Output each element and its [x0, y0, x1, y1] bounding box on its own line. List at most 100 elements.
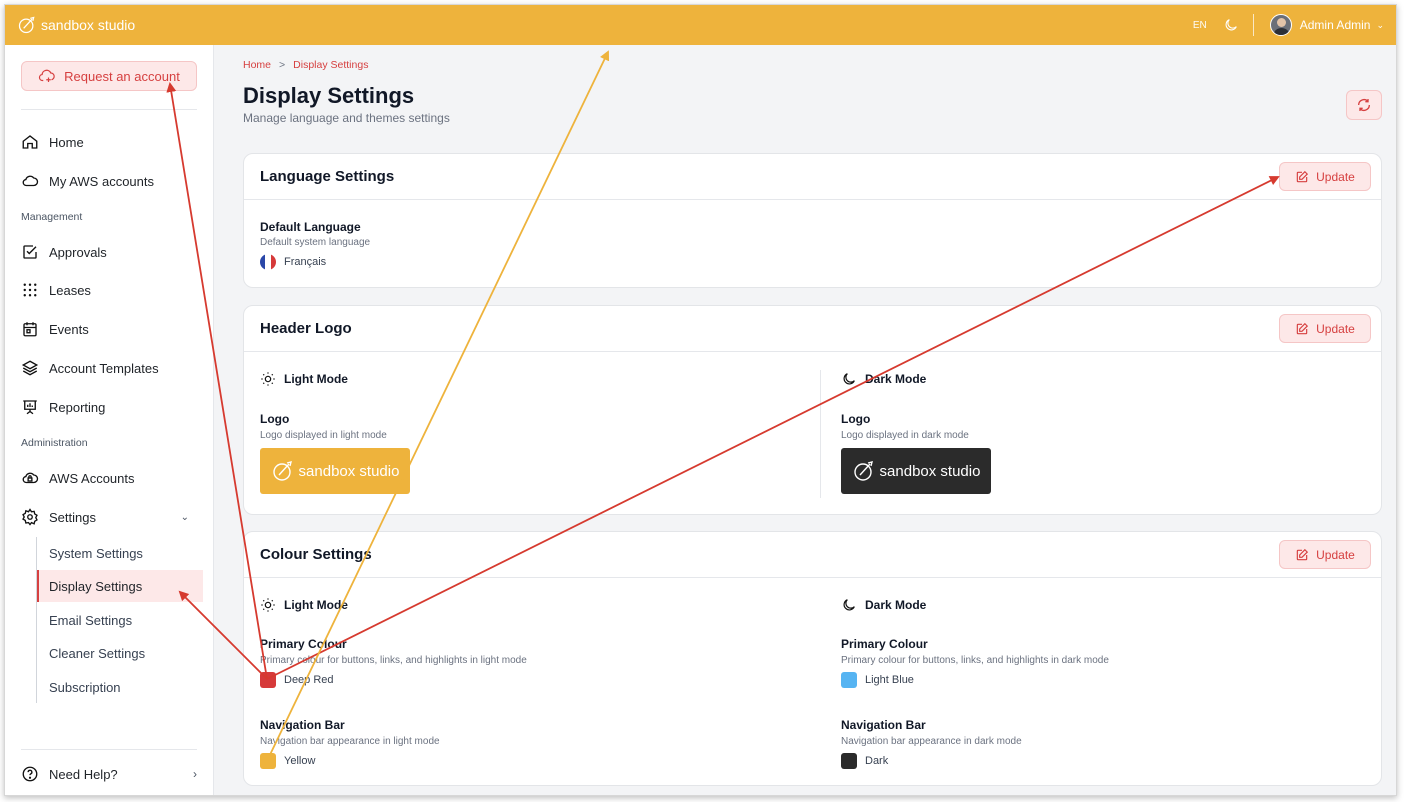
dark-mode-label: Dark Mode: [865, 598, 927, 612]
colour-name: Light Blue: [865, 674, 914, 686]
avatar[interactable]: [1269, 14, 1292, 36]
sidebar-item-leases[interactable]: Leases: [21, 275, 197, 305]
card-header: Colour Settings Update: [244, 532, 1381, 578]
sidebar: Request an account Home My AWS accounts …: [5, 45, 214, 795]
update-label: Update: [1316, 169, 1355, 184]
logo-text: sandbox studio: [879, 462, 981, 480]
update-button[interactable]: Update: [1279, 162, 1371, 191]
light-nav-bar-value: Yellow: [260, 753, 315, 769]
sidebar-item-settings[interactable]: Settings ⌄: [21, 502, 197, 532]
card-header: Header Logo Update: [244, 306, 1381, 352]
sidebar-item-my-aws-accounts[interactable]: My AWS accounts: [21, 166, 197, 196]
dark-nav-bar-value: Dark: [841, 753, 888, 769]
brand-logo[interactable]: sandbox studio: [17, 15, 135, 35]
sub-item-system-settings[interactable]: System Settings: [37, 537, 203, 569]
field-label: Primary Colour: [260, 637, 347, 651]
colour-swatch: [841, 753, 857, 769]
top-bar: sandbox studio EN Admin Admin ⌄: [5, 5, 1396, 45]
sub-item-subscription[interactable]: Subscription: [37, 671, 203, 703]
language-switch[interactable]: EN: [1193, 20, 1207, 31]
update-button[interactable]: Update: [1279, 540, 1371, 569]
light-mode-heading: Light Mode: [260, 597, 348, 613]
sidebar-item-aws-accounts[interactable]: AWS Accounts: [21, 463, 197, 493]
need-help-label: Need Help?: [49, 766, 118, 782]
check-square-icon: [23, 245, 37, 259]
language-value: Français: [260, 254, 326, 270]
colour-name: Deep Red: [284, 674, 334, 686]
sidebar-item-account-templates[interactable]: Account Templates: [21, 353, 197, 383]
request-account-label: Request an account: [64, 68, 180, 84]
cloud-lock-icon: [22, 472, 39, 484]
field-description: Logo displayed in dark mode: [841, 430, 969, 441]
edit-icon: [1296, 170, 1309, 182]
logo-text: sandbox studio: [298, 462, 400, 480]
home-icon: [22, 135, 38, 149]
section-label-management: Management: [21, 211, 83, 223]
sidebar-item-approvals[interactable]: Approvals: [21, 237, 197, 267]
sidebar-item-reporting[interactable]: Reporting: [21, 392, 197, 422]
sandbox-logo-icon: [18, 16, 35, 34]
card-title: Colour Settings: [260, 546, 372, 563]
field-description: Logo displayed in light mode: [260, 430, 387, 441]
dark-mode-label: Dark Mode: [865, 372, 927, 386]
sun-icon: [261, 598, 275, 612]
sidebar-item-label: Approvals: [49, 244, 107, 260]
language-settings-card: Language Settings Update Default Languag…: [243, 153, 1382, 288]
field-label: Navigation Bar: [260, 718, 345, 732]
chevron-down-icon[interactable]: ⌄: [181, 512, 189, 523]
card-title: Language Settings: [260, 168, 395, 185]
field-description: Default system language: [260, 237, 371, 248]
field-label: Navigation Bar: [841, 718, 926, 732]
sidebar-item-label: Leases: [49, 282, 91, 298]
refresh-icon: [1358, 99, 1370, 111]
light-mode-label: Light Mode: [284, 372, 348, 386]
sub-item-cleaner-settings[interactable]: Cleaner Settings: [37, 637, 203, 669]
sidebar-item-label: Account Templates: [49, 360, 159, 376]
header-logo-card: Header Logo Update Light Mode Logo Logo …: [243, 305, 1382, 515]
refresh-button[interactable]: [1346, 90, 1382, 120]
page-title: Display Settings: [243, 83, 415, 108]
gear-icon: [22, 508, 38, 526]
dark-mode-heading: Dark Mode: [841, 371, 926, 387]
update-label: Update: [1316, 321, 1355, 336]
need-help-button[interactable]: Need Help? ›: [21, 759, 197, 789]
sandbox-logo-icon: [853, 461, 873, 481]
moon-icon[interactable]: [1223, 17, 1239, 33]
app-window: sandbox studio EN Admin Admin ⌄ Request …: [4, 4, 1397, 796]
sun-icon: [261, 372, 275, 386]
sidebar-item-label: Reporting: [49, 399, 106, 415]
layers-icon: [21, 360, 39, 376]
field-label: Primary Colour: [841, 637, 928, 651]
page-subtitle: Manage language and themes settings: [243, 111, 450, 125]
field-description: Primary colour for buttons, links, and h…: [260, 655, 527, 666]
sidebar-item-label: Home: [49, 134, 84, 150]
field-description: Navigation bar appearance in dark mode: [841, 736, 1022, 747]
light-primary-colour-value: Deep Red: [260, 672, 334, 688]
sidebar-item-label: Settings: [49, 509, 96, 525]
chevron-down-icon[interactable]: ⌄: [1376, 20, 1384, 31]
breadcrumb-home[interactable]: Home: [243, 59, 271, 71]
light-logo-preview: sandbox studio: [260, 448, 410, 494]
presentation-icon: [23, 400, 37, 415]
field-label: Logo: [260, 412, 290, 426]
sidebar-item-events[interactable]: Events: [21, 314, 197, 344]
dark-mode-heading: Dark Mode: [841, 597, 926, 613]
request-account-button[interactable]: Request an account: [21, 61, 197, 91]
column-divider: [820, 370, 821, 498]
sidebar-divider: [21, 749, 197, 750]
chevron-right-icon: ›: [193, 767, 197, 781]
colour-settings-card: Colour Settings Update Light Mode Primar…: [243, 531, 1382, 786]
light-mode-heading: Light Mode: [260, 371, 348, 387]
update-button[interactable]: Update: [1279, 314, 1371, 343]
sidebar-item-label: My AWS accounts: [49, 173, 154, 189]
update-label: Update: [1316, 547, 1355, 562]
sub-item-display-settings[interactable]: Display Settings: [37, 570, 203, 602]
breadcrumb-current: Display Settings: [293, 59, 369, 71]
section-label-administration: Administration: [21, 437, 88, 449]
sidebar-item-home[interactable]: Home: [21, 127, 197, 157]
user-name[interactable]: Admin Admin: [1300, 18, 1371, 32]
sub-item-email-settings[interactable]: Email Settings: [37, 604, 203, 636]
card-header: Language Settings Update: [244, 154, 1381, 200]
colour-name: Dark: [865, 755, 889, 767]
sidebar-item-label: AWS Accounts: [49, 470, 135, 486]
